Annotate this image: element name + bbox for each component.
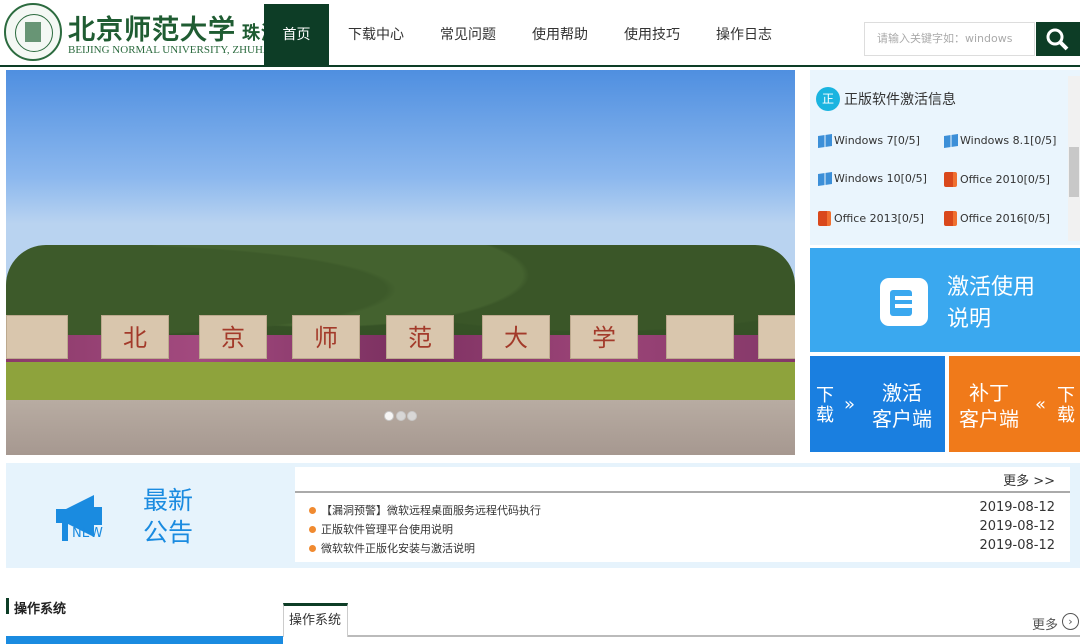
nav-log[interactable]: 操作日志 — [706, 4, 782, 66]
windows-icon — [944, 133, 958, 148]
search-input[interactable]: 请输入关键字如：windows — [864, 22, 1035, 56]
activation-client-download-tile[interactable]: 下载 » 激活 客户端 — [810, 356, 945, 452]
notice-more-link[interactable]: 更多 >> — [1003, 470, 1055, 489]
search-icon — [1046, 28, 1069, 51]
university-logo[interactable]: 北京师范大学 珠海 BEIJING NORMAL UNIVERSITY, ZHUH… — [0, 0, 279, 66]
notice-date: 2019-08-12 — [979, 519, 1055, 534]
document-icon — [880, 278, 928, 326]
activation-info-panel: 正 正版软件激活信息 Windows 7[0/5] Windows 8.1[0/… — [810, 70, 1080, 245]
nav-home[interactable]: 首页 — [264, 4, 329, 66]
logo-cn: 北京师范大学 — [68, 15, 236, 46]
office-icon — [944, 211, 957, 226]
notice-item[interactable]: 微软软件正版化安装与激活说明 — [309, 540, 475, 556]
nav-download[interactable]: 下载中心 — [338, 4, 414, 66]
nav-help[interactable]: 使用帮助 — [522, 4, 598, 66]
notice-date: 2019-08-12 — [979, 538, 1055, 553]
new-badge: NEW — [72, 526, 103, 541]
genuine-badge-icon: 正 — [816, 87, 840, 111]
university-seal-icon — [4, 3, 62, 61]
activation-item[interactable]: Office 2010[0/5] — [944, 172, 1050, 187]
activation-item[interactable]: Windows 10[0/5] — [818, 171, 927, 186]
carousel-dot-3[interactable] — [407, 411, 417, 421]
tab-os[interactable]: 操作系统 — [283, 603, 348, 637]
search-button[interactable] — [1036, 22, 1080, 56]
office-icon — [818, 211, 831, 226]
chevron-left-icon: « — [1035, 394, 1047, 415]
chevron-right-circle-icon[interactable]: › — [1062, 613, 1079, 630]
section-more-link[interactable]: 更多 — [1032, 614, 1058, 633]
activation-guide-tile[interactable]: 激活使用 说明 — [810, 248, 1080, 352]
activation-item[interactable]: Office 2016[0/5] — [944, 211, 1050, 226]
notice-list: 更多 >> 【漏洞预警】微软远程桌面服务远程代码执行 2019-08-12 正版… — [295, 467, 1070, 562]
carousel-dot-1[interactable] — [384, 411, 394, 421]
nav-faq[interactable]: 常见问题 — [430, 4, 506, 66]
nav-tips[interactable]: 使用技巧 — [614, 4, 690, 66]
office-icon — [944, 172, 957, 187]
notice-date: 2019-08-12 — [979, 500, 1055, 515]
scrollbar-thumb[interactable] — [1069, 147, 1079, 197]
windows-icon — [818, 133, 832, 148]
activation-item[interactable]: Windows 8.1[0/5] — [944, 133, 1056, 148]
section-title: 操作系统 — [14, 602, 67, 617]
activation-item[interactable]: Office 2013[0/5] — [818, 211, 924, 226]
windows-icon — [818, 171, 832, 186]
carousel-dot-2[interactable] — [396, 411, 406, 421]
patch-client-download-tile[interactable]: 补丁 客户端 « 下载 — [949, 356, 1080, 452]
chevron-right-icon: » — [844, 394, 856, 415]
banner-stones: 北 京 师 范 大 学 — [6, 315, 795, 365]
logo-en: BEIJING NORMAL UNIVERSITY, ZHUHAI — [68, 44, 275, 56]
activation-title: 正版软件激活信息 — [844, 92, 956, 108]
banner-carousel[interactable]: 北 京 师 范 大 学 — [6, 70, 795, 455]
header: 北京师范大学 珠海 BEIJING NORMAL UNIVERSITY, ZHUH… — [0, 0, 1080, 67]
activation-item[interactable]: Windows 7[0/5] — [818, 133, 920, 148]
notice-item[interactable]: 【漏洞预警】微软远程桌面服务远程代码执行 — [309, 502, 541, 518]
notice-item[interactable]: 正版软件管理平台使用说明 — [309, 521, 453, 537]
